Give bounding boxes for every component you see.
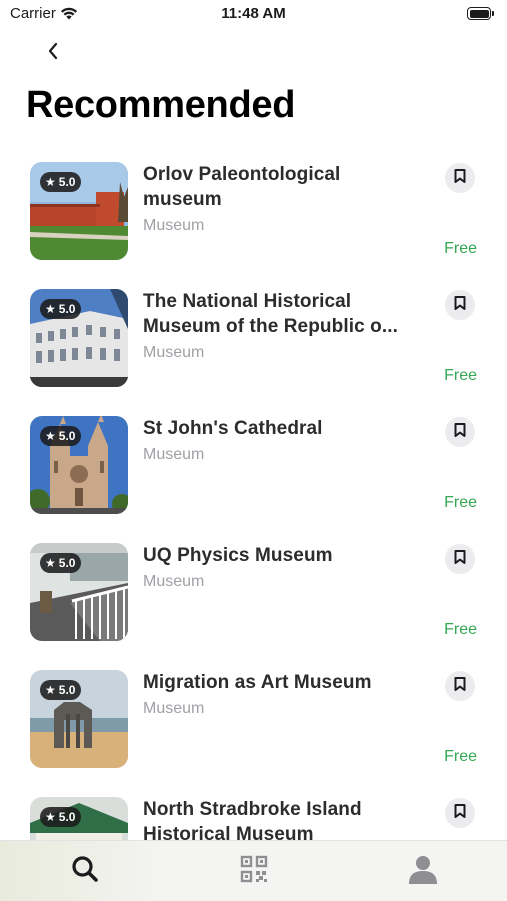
back-button[interactable] [38, 38, 68, 68]
rating-value: 5.0 [58, 683, 76, 697]
place-thumbnail: ★ 5.0 [30, 670, 128, 768]
tab-bar [0, 840, 507, 901]
place-price: Free [444, 621, 477, 638]
bookmark-icon [454, 168, 466, 188]
place-category: Museum [143, 700, 205, 717]
rating-badge: ★ 5.0 [40, 553, 82, 573]
place-title[interactable]: Orlov Paleontological museum [143, 162, 413, 212]
place-price: Free [444, 494, 477, 511]
bookmark-button[interactable] [445, 417, 475, 447]
place-thumbnail: ★ 5.0 [30, 289, 128, 387]
page-title: Recommended [26, 84, 296, 126]
place-category: Museum [143, 217, 205, 234]
place-card[interactable]: ★ 5.0 The National Historical Museum of … [0, 289, 507, 389]
place-card[interactable]: ★ 5.0 North Stradbroke Island Historical… [0, 797, 507, 840]
rating-badge: ★ 5.0 [40, 299, 82, 319]
tab-search[interactable] [0, 841, 169, 901]
star-icon: ★ [45, 302, 56, 316]
place-title[interactable]: Migration as Art Museum [143, 670, 413, 695]
star-icon: ★ [45, 175, 56, 189]
rating-badge: ★ 5.0 [40, 807, 82, 827]
place-price: Free [444, 240, 477, 257]
bookmark-button[interactable] [445, 544, 475, 574]
star-icon: ★ [45, 556, 56, 570]
place-price: Free [444, 748, 477, 765]
tab-profile[interactable] [338, 841, 507, 901]
bookmark-button[interactable] [445, 290, 475, 320]
tab-qr-scan[interactable] [169, 841, 338, 901]
bookmark-icon [454, 676, 466, 696]
place-category: Museum [143, 573, 205, 590]
place-card[interactable]: ★ 5.0 Orlov Paleontological museum Museu… [0, 162, 507, 262]
place-card[interactable]: ★ 5.0 UQ Physics Museum Museum Free [0, 543, 507, 643]
place-title[interactable]: North Stradbroke Island Historical Museu… [143, 797, 413, 840]
star-icon: ★ [45, 429, 56, 443]
chevron-left-icon [47, 42, 59, 65]
status-time: 11:48 AM [221, 5, 286, 22]
rating-badge: ★ 5.0 [40, 426, 82, 446]
place-title[interactable]: St John's Cathedral [143, 416, 413, 441]
bookmark-icon [454, 422, 466, 442]
rating-value: 5.0 [58, 556, 76, 570]
star-icon: ★ [45, 810, 56, 824]
place-title[interactable]: UQ Physics Museum [143, 543, 413, 568]
bookmark-icon [454, 803, 466, 823]
qr-code-icon [240, 855, 268, 888]
place-card[interactable]: ★ 5.0 Migration as Art Museum Museum Fre… [0, 670, 507, 770]
battery-icon [467, 7, 495, 20]
place-category: Museum [143, 446, 205, 463]
bookmark-button[interactable] [445, 798, 475, 828]
place-thumbnail: ★ 5.0 [30, 416, 128, 514]
place-price: Free [444, 367, 477, 384]
rating-value: 5.0 [58, 810, 76, 824]
rating-value: 5.0 [58, 302, 76, 316]
rating-value: 5.0 [58, 175, 76, 189]
recommended-list[interactable]: ★ 5.0 Orlov Paleontological museum Museu… [0, 162, 507, 840]
rating-value: 5.0 [58, 429, 76, 443]
rating-badge: ★ 5.0 [40, 172, 82, 192]
bookmark-button[interactable] [445, 163, 475, 193]
bookmark-icon [454, 295, 466, 315]
star-icon: ★ [45, 683, 56, 697]
profile-icon [407, 853, 439, 890]
status-bar: Carrier 11:48 AM [0, 0, 507, 28]
bookmark-icon [454, 549, 466, 569]
place-card[interactable]: ★ 5.0 St John's Cathedral Museum Free [0, 416, 507, 516]
place-thumbnail: ★ 5.0 [30, 543, 128, 641]
place-category: Museum [143, 344, 205, 361]
bookmark-button[interactable] [445, 671, 475, 701]
rating-badge: ★ 5.0 [40, 680, 82, 700]
place-title[interactable]: The National Historical Museum of the Re… [143, 289, 413, 339]
search-icon [70, 854, 100, 889]
place-thumbnail: ★ 5.0 [30, 162, 128, 260]
place-thumbnail: ★ 5.0 [30, 797, 128, 840]
